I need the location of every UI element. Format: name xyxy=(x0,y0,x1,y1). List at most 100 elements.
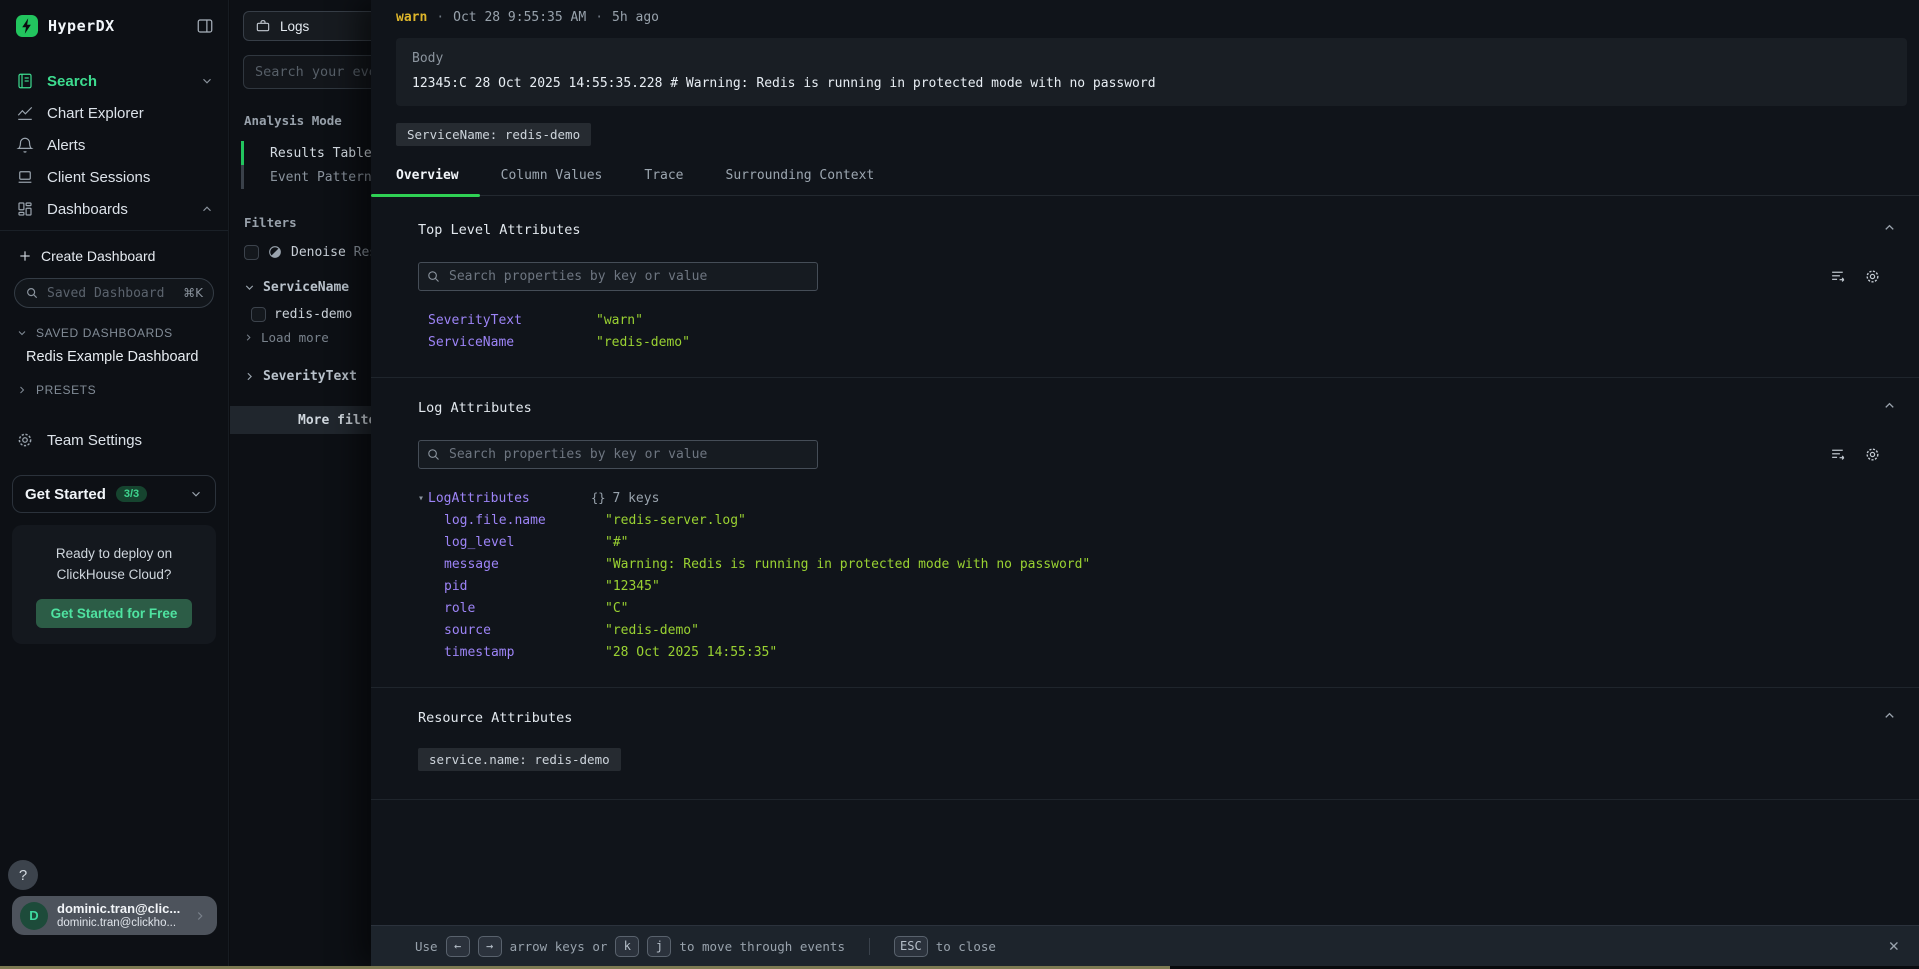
chart-icon xyxy=(16,104,34,122)
attribute-row: ServiceName "redis-demo" xyxy=(418,331,1889,353)
sidebar-item-chart-explorer[interactable]: Chart Explorer xyxy=(0,97,228,129)
filter-lines-icon[interactable] xyxy=(1830,268,1847,285)
attribute-row: timestamp "28 Oct 2025 14:55:35" xyxy=(418,641,1889,663)
attribute-value[interactable]: "#" xyxy=(605,535,628,550)
attribute-value[interactable]: "28 Oct 2025 14:55:35" xyxy=(605,645,777,660)
resource-tag[interactable]: service.name: redis-demo xyxy=(418,748,621,771)
section-actions xyxy=(1830,268,1889,285)
get-started-toggle[interactable]: Get Started 3/3 xyxy=(12,475,216,513)
attribute-value[interactable]: "redis-demo" xyxy=(605,623,699,638)
arrow-right-keycap: → xyxy=(478,936,502,957)
log-attributes-tree: ▾ LogAttributes {}7 keys log.file.name "… xyxy=(418,487,1889,687)
team-settings-button[interactable]: Team Settings xyxy=(0,397,228,449)
tab-column-values[interactable]: Column Values xyxy=(480,168,624,195)
attribute-key[interactable]: source xyxy=(444,623,605,638)
search-icon xyxy=(25,286,39,300)
cmd-k-shortcut: ⌘K xyxy=(183,286,203,300)
attribute-value[interactable]: "redis-server.log" xyxy=(605,513,746,528)
event-header: warn · Oct 28 9:55:35 AM · 5h ago xyxy=(371,0,1919,25)
attribute-row: role "C" xyxy=(418,597,1889,619)
attribute-row: log_level "#" xyxy=(418,531,1889,553)
footer-arrows-text: arrow keys or xyxy=(510,939,608,954)
user-identity: dominic.tran@clic... dominic.tran@clickh… xyxy=(57,902,180,930)
separator-dot: · xyxy=(595,10,603,25)
avatar: D xyxy=(20,902,48,930)
event-relative-time: 5h ago xyxy=(612,10,659,25)
presets-header[interactable]: PRESETS xyxy=(0,365,228,397)
gear-icon xyxy=(16,431,34,449)
collapse-section-icon[interactable] xyxy=(1882,220,1897,235)
hyperdx-logo-icon xyxy=(16,15,38,37)
service-name-tag[interactable]: ServiceName: redis-demo xyxy=(396,123,591,146)
property-search-input[interactable] xyxy=(418,262,818,291)
attribute-value[interactable]: "Warning: Redis is running in protected … xyxy=(605,557,1090,572)
section-actions xyxy=(1830,446,1889,463)
get-started-free-button[interactable]: Get Started for Free xyxy=(36,599,192,628)
attribute-row: log.file.name "redis-server.log" xyxy=(418,509,1889,531)
sidebar-item-search[interactable]: Search xyxy=(0,65,228,97)
attribute-value[interactable]: "12345" xyxy=(605,579,660,594)
briefcase-icon xyxy=(255,18,271,34)
attribute-key[interactable]: timestamp xyxy=(444,645,605,660)
clickhouse-cloud-promo-card: Ready to deploy on ClickHouse Cloud? Get… xyxy=(12,525,216,644)
dashboard-link-redis-example[interactable]: Redis Example Dashboard xyxy=(0,340,228,365)
filter-lines-icon[interactable] xyxy=(1830,446,1847,463)
plus-icon xyxy=(18,249,32,263)
attribute-key[interactable]: log.file.name xyxy=(444,513,605,528)
body-label: Body xyxy=(412,51,1891,66)
gear-icon[interactable] xyxy=(1864,446,1881,463)
attribute-value[interactable]: "redis-demo" xyxy=(596,335,690,350)
facet-checkbox[interactable] xyxy=(251,307,266,322)
user-account-chip[interactable]: D dominic.tran@clic... dominic.tran@clic… xyxy=(12,896,217,935)
saved-dashboards-search[interactable]: ⌘K xyxy=(14,278,214,308)
saved-dashboards-input[interactable] xyxy=(47,286,165,301)
sidebar-item-alerts[interactable]: Alerts xyxy=(0,129,228,161)
tree-parent-row[interactable]: ▾ LogAttributes {}7 keys xyxy=(418,487,1889,509)
chevron-right-icon xyxy=(193,909,207,923)
denoise-checkbox[interactable] xyxy=(244,245,259,260)
create-dashboard-button[interactable]: Create Dashboard xyxy=(0,231,228,264)
esc-keycap: ESC xyxy=(894,936,928,957)
attribute-key[interactable]: role xyxy=(444,601,605,616)
section-top-level-attributes: Top Level Attributes xyxy=(371,196,1919,377)
get-started-progress-badge: 3/3 xyxy=(116,486,147,502)
sidebar-item-client-sessions[interactable]: Client Sessions xyxy=(0,161,228,193)
section-title: Log Attributes xyxy=(418,378,1889,416)
attribute-key[interactable]: message xyxy=(444,557,605,572)
help-button[interactable]: ? xyxy=(8,860,38,890)
tab-surrounding-context[interactable]: Surrounding Context xyxy=(705,168,896,195)
event-timestamp: Oct 28 9:55:35 AM xyxy=(453,10,586,25)
section-title: Top Level Attributes xyxy=(418,196,1889,238)
filter-group-label: ServiceName xyxy=(263,280,349,295)
tab-overview[interactable]: Overview xyxy=(371,168,480,195)
triangle-expanded-icon: ▾ xyxy=(418,493,428,504)
property-search-input[interactable] xyxy=(418,440,818,469)
separator-dot: · xyxy=(436,10,444,25)
sidebar-item-label: Client Sessions xyxy=(47,169,150,186)
attribute-value[interactable]: "C" xyxy=(605,601,628,616)
chevron-right-icon xyxy=(243,332,254,343)
attribute-key[interactable]: LogAttributes xyxy=(428,491,591,506)
attribute-value[interactable]: "warn" xyxy=(596,313,643,328)
sidebar-collapse-icon[interactable] xyxy=(196,17,214,35)
sidebar-item-dashboards[interactable]: Dashboards xyxy=(0,193,228,225)
presets-header-label: PRESETS xyxy=(36,383,96,397)
gear-icon[interactable] xyxy=(1864,268,1881,285)
search-icon xyxy=(426,447,441,462)
attribute-key[interactable]: SeverityText xyxy=(428,313,596,328)
saved-dashboards-header[interactable]: SAVED DASHBOARDS xyxy=(0,308,228,340)
dashboards-grid-icon xyxy=(16,200,34,218)
section-resource-attributes: Resource Attributes service.name: redis-… xyxy=(371,688,1919,799)
close-icon[interactable]: ✕ xyxy=(1889,938,1899,955)
attribute-key[interactable]: ServiceName xyxy=(428,335,596,350)
collapse-section-icon[interactable] xyxy=(1882,708,1897,723)
tab-trace[interactable]: Trace xyxy=(623,168,704,195)
collapse-section-icon[interactable] xyxy=(1882,398,1897,413)
chevron-right-icon xyxy=(16,384,28,396)
laptop-icon xyxy=(16,168,34,186)
section-title: Resource Attributes xyxy=(418,688,1889,726)
sidebar: HyperDX Search Chart Explorer Alerts xyxy=(0,0,229,969)
attribute-key[interactable]: log_level xyxy=(444,535,605,550)
attribute-key[interactable]: pid xyxy=(444,579,605,594)
footer-use-text: Use xyxy=(415,939,438,954)
